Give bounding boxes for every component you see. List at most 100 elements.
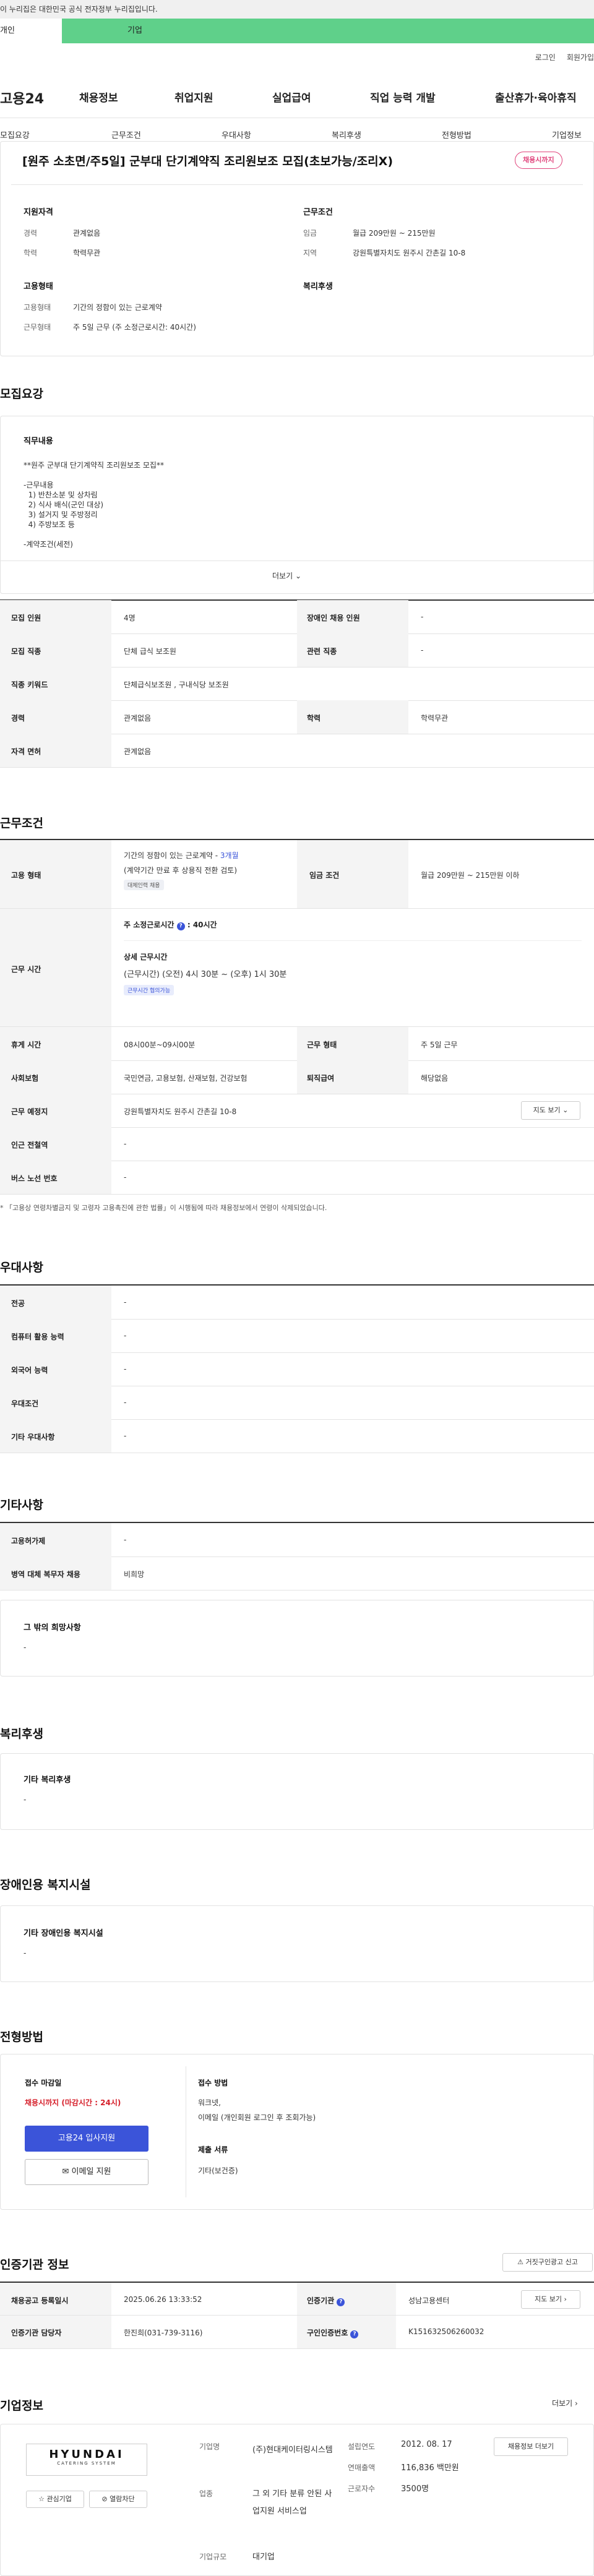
emp-count-label: 근로자수 xyxy=(348,2484,376,2493)
industry-label: 업종 xyxy=(199,2489,213,2498)
pref-row-value: - xyxy=(124,1398,127,1407)
mgr-label: 인증기관 담당자 xyxy=(11,2329,62,2337)
company-logo-sub: CATERING SYSTEM xyxy=(57,2461,116,2466)
info-icon[interactable]: ? xyxy=(176,922,185,930)
apply-button[interactable]: 고용24 입사지원 xyxy=(25,2126,148,2152)
cond-title: 근무조건 xyxy=(303,208,333,217)
user-type-tabs: 개인 기업 xyxy=(0,19,594,43)
report-button[interactable]: ⚠ 거짓구인광고 신고 xyxy=(502,2253,593,2272)
sales-label: 연매출액 xyxy=(348,2463,376,2472)
alert-icon: ⚠ xyxy=(517,2258,523,2266)
emp-count-value: 3500명 xyxy=(401,2484,429,2494)
duty-line xyxy=(24,470,568,480)
method-value-2: 이메일 (개인회원 로그인 후 조회가능) xyxy=(198,2113,316,2122)
welfare-card xyxy=(0,1753,594,1830)
cell-head xyxy=(0,2283,111,2348)
company-more-label: 더보기 xyxy=(552,2399,573,2408)
block-button[interactable]: ⊘ 열람차단 xyxy=(89,2491,147,2508)
anchor-welfare[interactable]: 복리후생 xyxy=(332,129,361,140)
login-link[interactable]: 로그인 xyxy=(535,53,556,62)
num-label: 구인인증번호 ? xyxy=(307,2327,359,2338)
org-label: 인증기관 ? xyxy=(307,2295,345,2306)
section-pref: 우대사항 xyxy=(0,1261,43,1274)
org-value: 성남고용센터 xyxy=(408,2296,450,2305)
divider xyxy=(0,767,594,768)
join-link[interactable]: 회원가입 xyxy=(567,53,594,62)
company-logo-text: HYUNDAI xyxy=(49,2448,124,2461)
section-apply: 전형방법 xyxy=(0,2030,43,2044)
size-label: 기업규모 xyxy=(199,2552,227,2561)
gnb-item-jobs[interactable]: 채용정보 xyxy=(79,89,118,105)
more-toggle[interactable]: 더보기 ⌄ xyxy=(272,570,301,581)
divider xyxy=(0,2315,594,2316)
etc-row-value: - xyxy=(124,1535,127,1544)
report-label: 거짓구인광고 신고 xyxy=(525,2258,578,2266)
tab-business[interactable]: 기업 xyxy=(62,19,594,43)
divider xyxy=(11,184,583,185)
wage-value: 월급 209만원 ~ 215만원 xyxy=(353,229,436,238)
hours-value: 40시간 xyxy=(192,921,217,929)
chevron-down-icon: ⌄ xyxy=(295,572,302,580)
recruit-row-label: 경력 xyxy=(11,714,25,723)
emp-value: 기간의 정함이 있는 근로계약 - 3개월 xyxy=(124,850,239,861)
weekly-hours: 주 소정근로시간 ? : 40시간 xyxy=(124,921,217,930)
work-row-label: 버스 노선 번호 xyxy=(11,1174,58,1183)
pref-row-value: - xyxy=(124,1298,127,1307)
email-apply-button[interactable]: ✉ 이메일 지원 xyxy=(25,2159,148,2185)
pref-row-value: - xyxy=(124,1365,127,1373)
reg-label: 채용공고 등록일시 xyxy=(11,2296,69,2305)
section-cert: 인증기관 정보 xyxy=(0,2258,69,2272)
gnb-item-benefit[interactable]: 실업급여 xyxy=(272,89,311,105)
recruit-row-label: 모집 인원 xyxy=(11,614,41,622)
time-chip: 근무시간 협의가능 xyxy=(124,985,174,995)
gnb-item-leave[interactable]: 출산휴가·육아휴직 xyxy=(495,89,577,105)
recruit-row-value: 관계없음 xyxy=(124,747,152,756)
recruit-row-value: - xyxy=(421,646,424,655)
divider xyxy=(0,1590,594,1591)
company-jobs-button[interactable]: 채용정보 더보기 xyxy=(494,2437,568,2456)
emp-chip: 대체인력 채용 xyxy=(124,880,164,890)
mgr-value: 한진희(031-739-3116) xyxy=(124,2329,203,2337)
info-icon[interactable]: ? xyxy=(337,2298,345,2306)
work-map-button[interactable]: 지도 보기 ⌄ xyxy=(521,1101,580,1120)
company-more-link[interactable]: 더보기 › xyxy=(552,2398,578,2408)
site-logo[interactable]: 고용24 xyxy=(0,88,44,108)
welfare-title: 복리후생 xyxy=(303,282,333,291)
gnb-item-support[interactable]: 취업지원 xyxy=(174,89,213,105)
hours-title: 주 소정근로시간 xyxy=(124,921,174,929)
cert-map-button[interactable]: 지도 보기 › xyxy=(521,2290,580,2309)
more-label: 더보기 xyxy=(272,572,293,580)
etc-row-label: 고용허가제 xyxy=(11,1537,46,1545)
anchor-pref[interactable]: 우대사항 xyxy=(222,129,251,140)
recruit-row-value: 단체급식보조원 , 구내식당 보조원 xyxy=(124,680,229,689)
work-row-value: 강원특별자치도 원주시 간촌길 10-8 xyxy=(124,1107,237,1116)
work-row-value: 08시00분~09시00분 xyxy=(124,1041,196,1049)
section-recruit: 모집요강 xyxy=(0,387,43,401)
duty-line: -근무내용 xyxy=(24,481,54,489)
anchor-recruit[interactable]: 모집요강 xyxy=(0,129,30,140)
duty-line: -계약조건(세전) xyxy=(24,540,73,549)
wage-value: 월급 209만원 ~ 215만원 이하 xyxy=(421,871,520,880)
anchor-apply[interactable]: 전형방법 xyxy=(442,129,471,140)
recruit-row-value: - xyxy=(421,612,424,621)
fav-company-button[interactable]: ☆ 관심기업 xyxy=(26,2491,84,2508)
welfare-card-value: - xyxy=(24,1795,27,1804)
tab-person[interactable]: 개인 xyxy=(0,19,62,43)
job-title: [원주 소초면/주5일] 군부대 단기계약직 조리원보조 모집(초보가능/조리X… xyxy=(22,155,393,168)
worktype-value: 주 5일 근무 (주 소정근로시간: 40시간) xyxy=(73,323,196,332)
anchor-company[interactable]: 기업정보 xyxy=(552,129,582,140)
work-row-value: 국민연금, 고용보험, 산재보험, 건강보험 xyxy=(124,1074,248,1083)
info-icon[interactable]: ? xyxy=(350,2330,359,2338)
detail-value: (근무시간) (오전) 4시 30분 ~ (오후) 1시 30분 xyxy=(124,970,287,979)
welfare-card-title: 기타 복리후생 xyxy=(24,1775,71,1785)
anchor-work[interactable]: 근무조건 xyxy=(111,129,141,140)
divider xyxy=(0,560,594,561)
est-label: 설립연도 xyxy=(348,2442,376,2451)
pref-row-label: 우대조건 xyxy=(11,1399,39,1408)
company-logo: HYUNDAI CATERING SYSTEM xyxy=(26,2444,147,2476)
gnb-item-training[interactable]: 직업 능력 개발 xyxy=(370,89,436,105)
recruit-row-value: 관계없음 xyxy=(124,714,152,723)
duty-title: 직무내용 xyxy=(24,437,53,446)
emp-title: 고용형태 xyxy=(24,282,53,291)
company-name-value: (주)현대케이터링시스템 xyxy=(252,2445,333,2455)
